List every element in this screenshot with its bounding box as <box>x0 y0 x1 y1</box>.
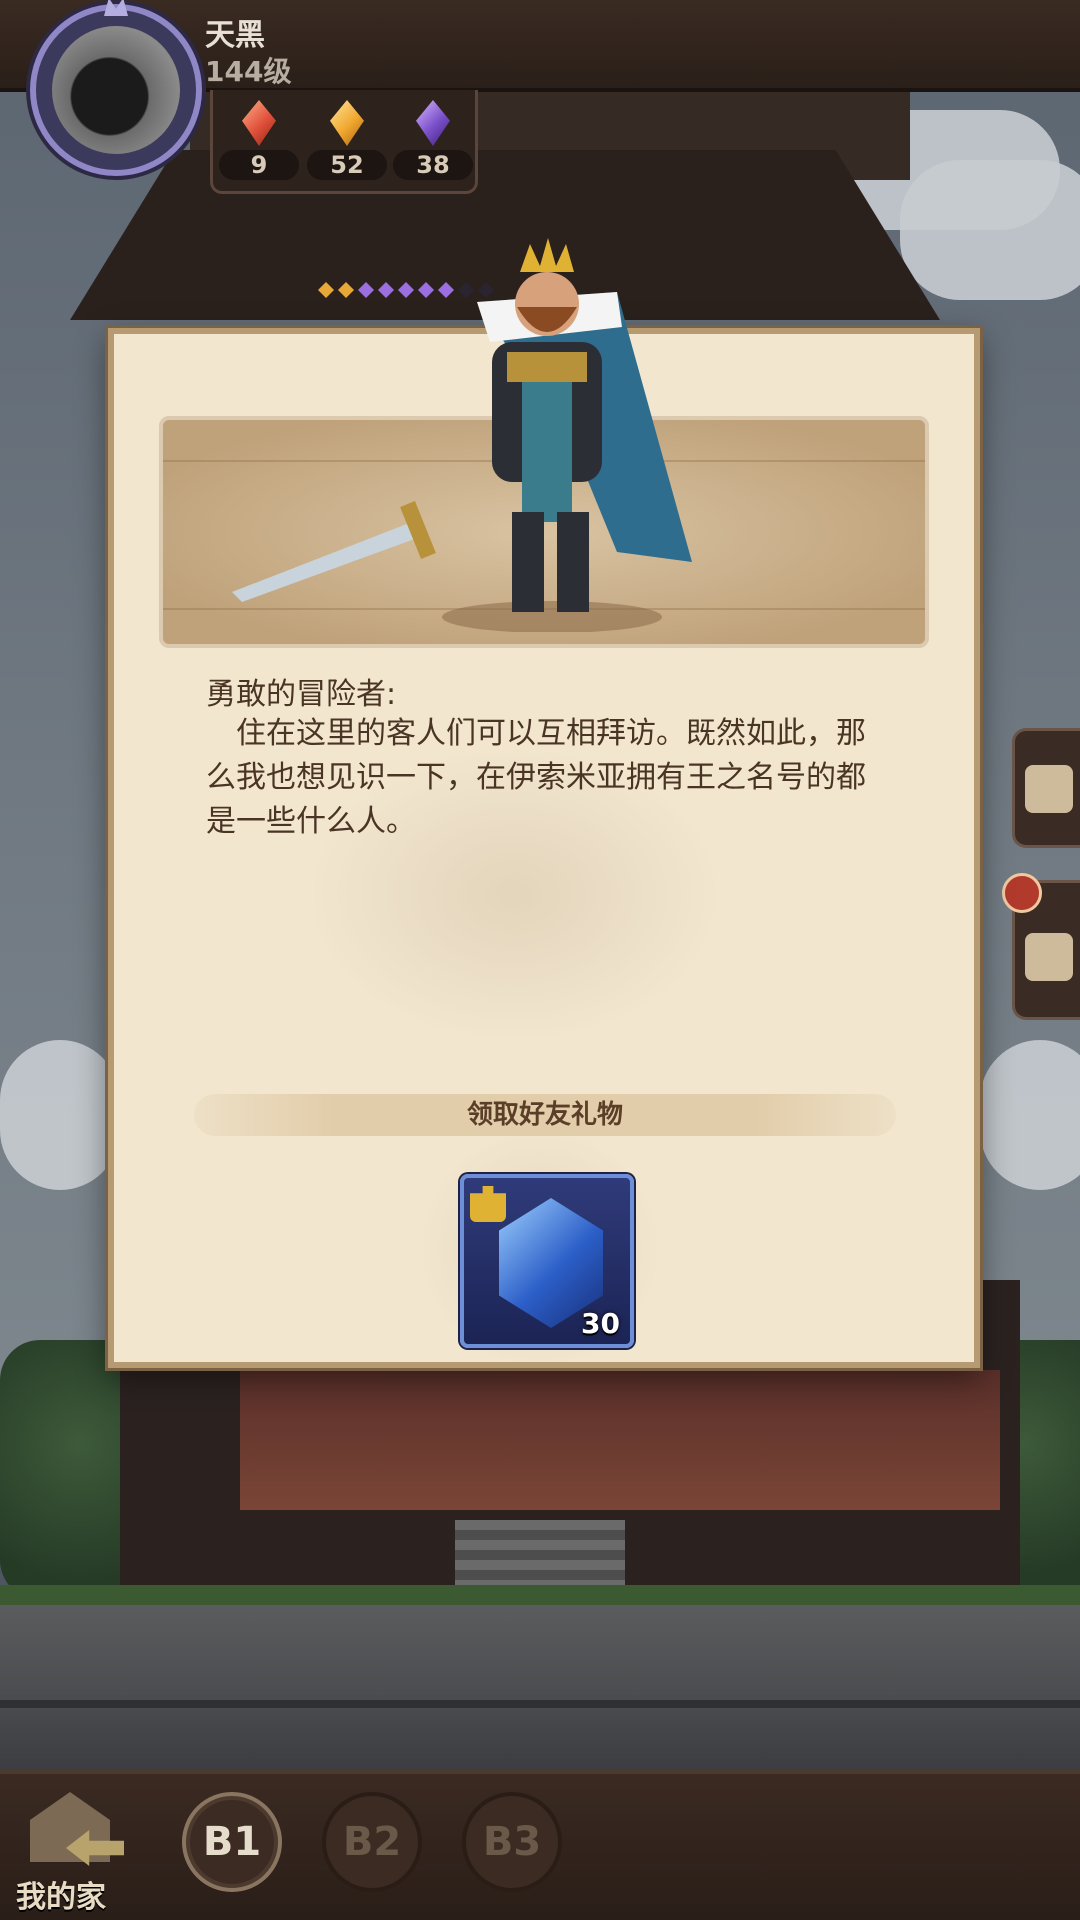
home-label: 我的家 <box>16 1880 106 1915</box>
cloud <box>980 1040 1080 1190</box>
gold-gem-icon <box>330 100 364 146</box>
reward-count: 30 <box>581 1307 620 1340</box>
currency-value: 38 <box>393 150 473 180</box>
currency-panel: 9 52 38 <box>210 90 478 194</box>
quest-scroll-button[interactable] <box>1012 728 1080 848</box>
avatar-frame[interactable] <box>30 0 202 176</box>
purple-gem-icon <box>416 100 450 146</box>
cloud <box>900 160 1080 300</box>
king-character-portrait <box>232 238 692 632</box>
currency-gold[interactable]: 52 <box>307 100 387 180</box>
bottom-nav: 我的家 B1 B2 B3 <box>0 1770 1080 1920</box>
reward-item[interactable]: 30 <box>460 1174 634 1348</box>
player-name: 天黑 <box>205 18 265 53</box>
hedge <box>0 1585 1080 1607</box>
friends-icon <box>1025 933 1073 981</box>
curb <box>0 1700 1080 1708</box>
scroll-icon <box>1025 765 1073 813</box>
gift-title: 领取好友礼物 <box>194 1094 896 1136</box>
dialog-message: 住在这里的客人们可以互相拜访。既然如此，那么我也想见识一下，在伊索米亚拥有王之名… <box>206 716 866 839</box>
street <box>0 1605 1080 1775</box>
currency-red[interactable]: 9 <box>219 100 299 180</box>
floor-b2-button[interactable]: B2 <box>322 1792 422 1892</box>
great-hall-room[interactable] <box>240 1370 1000 1510</box>
puzzle-piece-icon <box>470 1186 506 1222</box>
cloud <box>0 1040 120 1190</box>
floor-b3-button[interactable]: B3 <box>462 1792 562 1892</box>
currency-value: 52 <box>307 150 387 180</box>
player-level: 144级 <box>205 55 292 88</box>
gift-badge-icon <box>1002 873 1042 913</box>
red-gem-icon <box>242 100 276 146</box>
avatar[interactable] <box>52 26 180 154</box>
my-home-button[interactable]: 我的家 <box>8 1784 128 1915</box>
floor-b1-button[interactable]: B1 <box>182 1792 282 1892</box>
currency-value: 9 <box>219 150 299 180</box>
currency-purple[interactable]: 38 <box>393 100 473 180</box>
speaker-label: 勇敢的冒险者: <box>206 677 397 712</box>
